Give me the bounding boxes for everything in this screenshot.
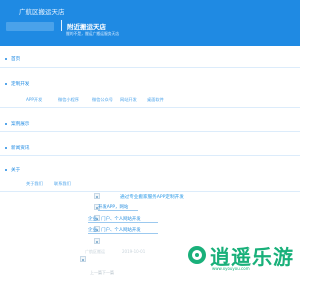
nav-item-cases[interactable]: 案例展示 <box>5 119 29 129</box>
sub-item-about-us[interactable]: 关于我们 <box>26 181 43 187</box>
bullet-icon <box>5 123 7 125</box>
brand-name: 附近搬运天店 <box>67 23 106 31</box>
sub-item-contact-us[interactable]: 联系我们 <box>54 181 71 187</box>
bullet-icon <box>5 83 7 85</box>
nav-item-about[interactable]: 关于 <box>5 165 20 175</box>
watermark-url: www.xyouyou.com <box>212 266 250 271</box>
site-title[interactable]: 广航区搬运天店 <box>19 6 65 16</box>
bullet-icon <box>5 169 7 171</box>
site-header: 广航区搬运天店 附近搬运天店 搬的不是，搬运广搬运服务天店 <box>0 0 300 46</box>
image-placeholder-icon <box>94 193 100 199</box>
link-underline <box>88 233 158 234</box>
sub-item-desktop[interactable]: 桌面软件 <box>147 97 164 103</box>
sub-item-mini-program[interactable]: 微信小程序 <box>58 97 79 103</box>
link-underline <box>98 210 138 211</box>
nav-row-home: 首页 <box>0 52 300 68</box>
nav-row-about: 关于 关于我们 联系我们 <box>0 156 300 192</box>
brand-divider <box>61 20 62 31</box>
bullet-icon <box>5 58 7 60</box>
image-placeholder-icon <box>94 238 100 244</box>
nav-row-cases: 案例展示 <box>0 108 300 132</box>
watermark-icon <box>188 246 206 264</box>
nav-item-label: 关于 <box>11 168 21 173</box>
brand-logo[interactable] <box>6 22 54 31</box>
link-underline <box>88 222 158 223</box>
sub-item-app[interactable]: APP开发 <box>26 97 42 103</box>
nav-item-home[interactable]: 首页 <box>5 54 20 64</box>
nav-item-label: 定制开发 <box>11 82 30 87</box>
nav-item-label: 新闻资讯 <box>11 146 30 151</box>
nav-row-news: 新闻资讯 <box>0 132 300 156</box>
article-title[interactable]: 通过专业搬家服务APP定制开发 <box>120 194 184 200</box>
pager-links[interactable]: 上一篇下一篇 <box>90 270 114 276</box>
nav-row-dev: 定制开发 APP开发 微信小程序 微信公众号 网站开发 桌面软件 <box>0 70 300 108</box>
post-date: 2019-10-01 <box>122 249 146 254</box>
image-caption: 广航区搬运 <box>85 249 105 254</box>
nav-item-dev[interactable]: 定制开发 <box>5 79 29 89</box>
nav-item-label: 首页 <box>11 57 21 62</box>
brand-slogan: 搬的不是，搬运广搬运服务天店 <box>66 31 120 36</box>
sub-item-official-account[interactable]: 微信公众号 <box>92 97 113 103</box>
nav-item-news[interactable]: 新闻资讯 <box>5 143 29 153</box>
nav-item-label: 案例展示 <box>11 122 30 127</box>
bullet-icon <box>5 147 7 149</box>
image-placeholder-icon <box>80 256 86 262</box>
sub-item-website[interactable]: 网站开发 <box>120 97 137 103</box>
